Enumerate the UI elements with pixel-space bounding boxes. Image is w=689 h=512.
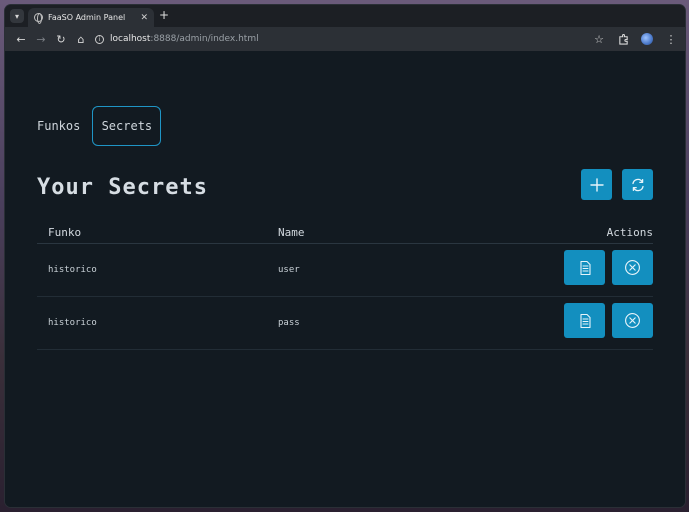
page-content: Funkos Secrets Your Secrets Funko Name A… (5, 51, 685, 507)
plus-icon (589, 177, 604, 192)
document-icon (579, 313, 591, 328)
cell-name: pass (278, 318, 300, 328)
browser-tab[interactable]: FaaSO Admin Panel ✕ (28, 8, 154, 27)
info-icon[interactable]: i (95, 34, 104, 44)
edit-secret-button[interactable] (564, 303, 605, 338)
tab-strip: ▾ FaaSO Admin Panel ✕ + (5, 5, 685, 27)
close-icon[interactable]: ✕ (140, 13, 148, 23)
delete-secret-button[interactable] (612, 303, 653, 338)
url-path: :8888/admin/index.html (150, 34, 259, 44)
close-circle-icon (625, 313, 640, 328)
address-bar[interactable]: i localhost:8888/admin/index.html (89, 29, 627, 49)
extensions-icon[interactable] (615, 31, 631, 47)
profile-avatar[interactable] (639, 31, 655, 47)
document-icon (579, 260, 591, 275)
menu-kebab-icon[interactable]: ⋮ (663, 31, 679, 47)
refresh-button[interactable] (622, 169, 653, 200)
url-host: localhost (110, 34, 151, 44)
new-tab-icon[interactable]: + (159, 8, 169, 22)
page-title: Your Secrets (37, 175, 208, 200)
table-row: historico pass (37, 297, 653, 350)
tab-title: FaaSO Admin Panel (48, 13, 126, 22)
table-row: historico user (37, 244, 653, 297)
delete-secret-button[interactable] (612, 250, 653, 285)
home-icon[interactable]: ⌂ (71, 29, 91, 49)
bookmark-star-icon[interactable]: ☆ (591, 31, 607, 47)
globe-icon (34, 13, 43, 24)
back-icon[interactable]: ← (11, 29, 31, 49)
cell-name: user (278, 265, 300, 275)
tab-search-icon[interactable]: ▾ (10, 9, 24, 23)
main-nav: Funkos Secrets (37, 106, 162, 146)
browser-toolbar: ← → ↻ ⌂ i localhost:8888/admin/index.htm… (5, 27, 685, 51)
column-header-funko: Funko (48, 225, 82, 239)
table-header: Funko Name Actions (37, 221, 653, 244)
browser-window: ▾ FaaSO Admin Panel ✕ + ← → ↻ ⌂ i localh… (5, 5, 685, 507)
column-header-actions: Actions (606, 225, 653, 239)
refresh-icon (631, 178, 644, 191)
cell-funko: historico (48, 318, 97, 328)
reload-icon[interactable]: ↻ (51, 29, 71, 49)
nav-item-funkos[interactable]: Funkos (37, 106, 92, 146)
toolbar-right: ☆ ⋮ (591, 29, 679, 49)
close-circle-icon (625, 260, 640, 275)
url-text: localhost:8888/admin/index.html (110, 34, 259, 44)
column-header-name: Name (278, 225, 305, 239)
edit-secret-button[interactable] (564, 250, 605, 285)
secrets-table: Funko Name Actions historico user histor… (37, 221, 653, 350)
cell-funko: historico (48, 265, 97, 275)
avatar (641, 33, 653, 45)
forward-icon[interactable]: → (31, 29, 51, 49)
add-secret-button[interactable] (581, 169, 612, 200)
nav-item-secrets[interactable]: Secrets (92, 106, 162, 146)
